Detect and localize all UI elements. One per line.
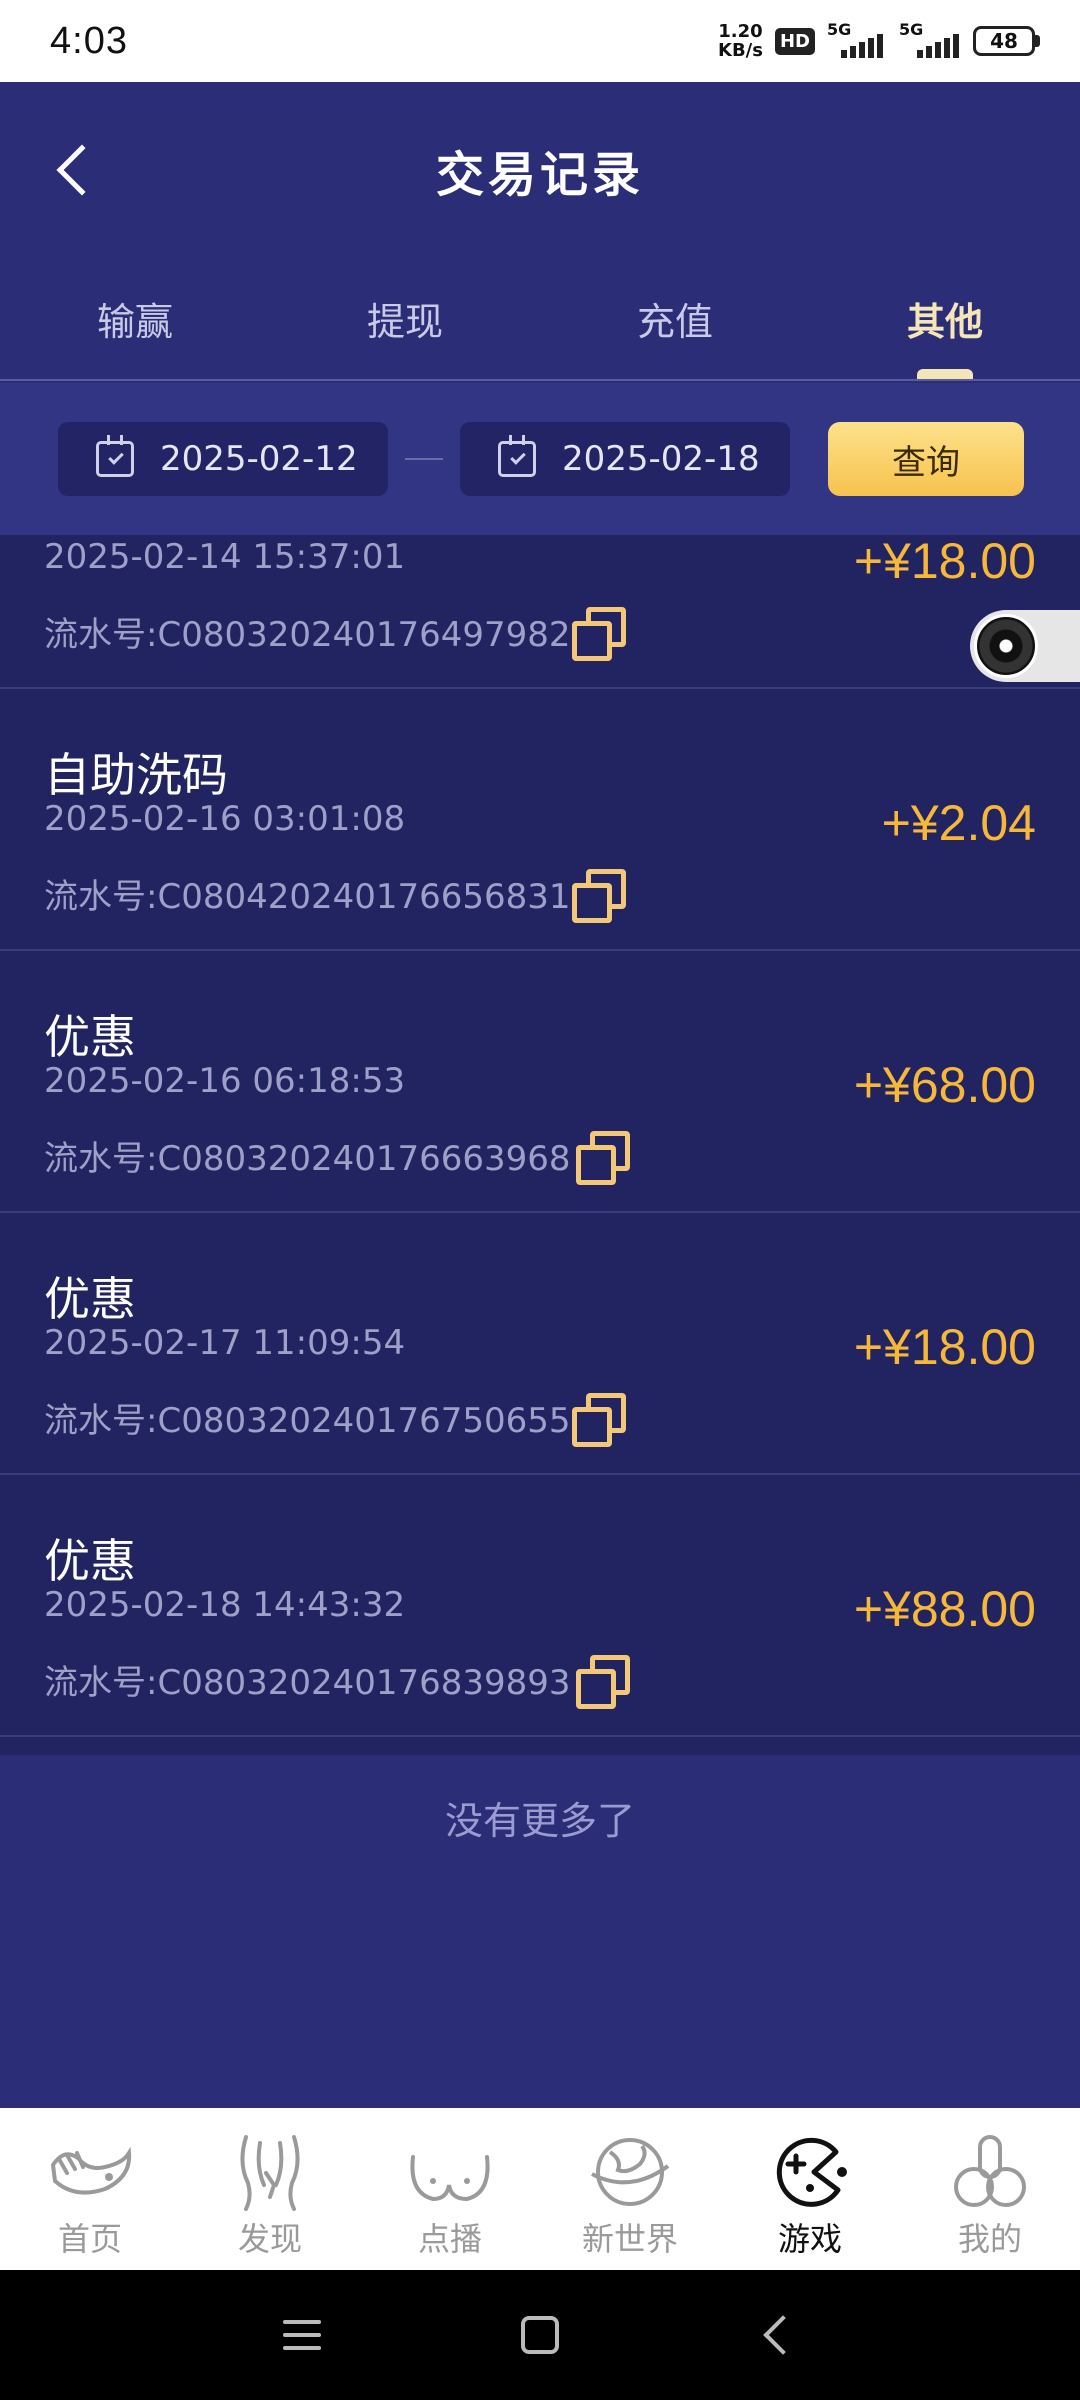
date-filter: 2025-02-12 2025-02-18 查询 — [0, 383, 1080, 535]
game-pacman-icon — [765, 2132, 855, 2212]
end-date-value: 2025-02-18 — [562, 439, 760, 479]
nav-label: 新世界 — [581, 2220, 678, 2258]
calendar-icon — [498, 435, 536, 477]
nav-new-world[interactable]: 新世界 — [540, 2108, 720, 2270]
status-icons: 1.20 KB/s HD 5G 5G 48 — [718, 20, 1040, 60]
system-nav-bar — [0, 2270, 1080, 2400]
record-serial: 流水号:C080320240176839893 — [44, 1663, 571, 1703]
record-serial: 流水号:C080320240176663968 — [44, 1139, 571, 1179]
record-time: 2025-02-16 03:01:08 — [44, 799, 406, 839]
new-world-globe-icon — [585, 2132, 675, 2212]
record-amount: +¥68.00 — [853, 1057, 1036, 1113]
nav-label: 我的 — [957, 2220, 1022, 2258]
music-disc-icon — [974, 614, 1038, 678]
record-serial: 流水号:C080420240176656831 — [44, 877, 571, 917]
discover-figure-icon — [225, 2132, 315, 2212]
page-title: 交易记录 — [435, 146, 644, 203]
record-amount: +¥2.04 — [881, 795, 1036, 851]
record-title: 优惠 — [44, 1534, 136, 1588]
nav-home[interactable]: 首页 — [0, 2108, 180, 2270]
list-item: 优惠 2025-02-18 14:43:32 流水号:C080320240176… — [0, 1475, 1080, 1737]
record-amount: +¥18.00 — [853, 535, 1036, 589]
copy-icon[interactable] — [572, 607, 628, 665]
chevron-left-icon — [56, 144, 108, 195]
battery-level: 48 — [990, 29, 1018, 53]
signal-2-icon: 5G — [899, 20, 961, 58]
record-amount: +¥88.00 — [853, 1581, 1036, 1637]
home-icon[interactable] — [521, 2316, 559, 2354]
profile-icon — [945, 2132, 1035, 2212]
nav-label: 首页 — [57, 2220, 122, 2258]
copy-icon[interactable] — [576, 1655, 632, 1713]
status-time: 4:03 — [50, 19, 128, 62]
record-time: 2025-02-16 06:18:53 — [44, 1061, 406, 1101]
network-speed-unit: KB/s — [718, 40, 763, 61]
record-title: 优惠 — [44, 1010, 136, 1064]
start-date-picker[interactable]: 2025-02-12 — [58, 422, 388, 496]
home-hand-icon — [45, 2132, 135, 2212]
record-title: 自助洗码 — [44, 748, 228, 802]
record-time: 2025-02-18 14:43:32 — [44, 1585, 406, 1625]
list-item: 优惠 2025-02-17 11:09:54 流水号:C080320240176… — [0, 1213, 1080, 1475]
tab-bar: 输赢 提现 充值 其他 — [0, 257, 1080, 381]
vod-icon — [405, 2132, 495, 2212]
nav-label: 发现 — [237, 2220, 302, 2258]
record-serial: 流水号:C080320240176750655 — [44, 1401, 571, 1441]
recent-apps-icon[interactable] — [283, 2320, 321, 2350]
app-root: 4:03 1.20 KB/s HD 5G 5G 48 交易记录 输赢 提现 充值… — [0, 0, 1080, 2400]
tab-label: 输赢 — [96, 299, 173, 344]
copy-icon[interactable] — [576, 1131, 632, 1189]
start-date-value: 2025-02-12 — [160, 439, 358, 479]
nav-vod[interactable]: 点播 — [360, 2108, 540, 2270]
nav-label: 点播 — [417, 2220, 482, 2258]
query-button[interactable]: 查询 — [828, 422, 1024, 496]
nav-profile[interactable]: 我的 — [900, 2108, 1080, 2270]
record-title: 优惠 — [44, 1272, 136, 1326]
transaction-list[interactable]: 2025-02-14 15:37:01 流水号:C080320240176497… — [0, 535, 1080, 1755]
status-bar: 4:03 1.20 KB/s HD 5G 5G 48 — [0, 0, 1080, 82]
battery-icon: 48 — [973, 26, 1040, 56]
record-amount: +¥18.00 — [853, 1319, 1036, 1375]
bottom-nav: 首页 发现 点播 新世界 游戏 我的 — [0, 2108, 1080, 2270]
nav-label: 游戏 — [777, 2220, 842, 2258]
list-item: 2025-02-14 15:37:01 流水号:C080320240176497… — [0, 535, 1080, 689]
list-item: 优惠 2025-02-16 06:18:53 流水号:C080320240176… — [0, 951, 1080, 1213]
tab-win-loss[interactable]: 输赢 — [0, 257, 270, 379]
tab-label: 其他 — [906, 299, 983, 344]
list-item: 自助洗码 2025-02-16 03:01:08 流水号:C0804202401… — [0, 689, 1080, 951]
record-time: 2025-02-14 15:37:01 — [44, 537, 406, 577]
copy-icon[interactable] — [572, 869, 628, 927]
record-time: 2025-02-17 11:09:54 — [44, 1323, 406, 1363]
tab-withdraw[interactable]: 提现 — [270, 257, 540, 379]
floating-music-toggle[interactable] — [970, 610, 1080, 682]
back-icon[interactable] — [763, 2315, 803, 2355]
list-end-message: 没有更多了 — [444, 1799, 635, 1843]
tab-label: 充值 — [636, 299, 713, 344]
signal-1-label: 5G — [827, 20, 852, 39]
header: 交易记录 — [0, 82, 1080, 257]
network-speed: 1.20 KB/s — [718, 22, 763, 60]
tab-deposit[interactable]: 充值 — [540, 257, 810, 379]
signal-2-label: 5G — [899, 20, 924, 39]
active-tab-indicator — [917, 369, 973, 379]
nav-discover[interactable]: 发现 — [180, 2108, 360, 2270]
network-speed-value: 1.20 — [718, 21, 763, 42]
hd-badge: HD — [774, 27, 815, 55]
date-range-separator — [405, 458, 443, 460]
copy-icon[interactable] — [572, 1393, 628, 1451]
calendar-icon — [96, 435, 134, 477]
nav-game[interactable]: 游戏 — [720, 2108, 900, 2270]
signal-1-icon: 5G — [827, 20, 887, 58]
tab-label: 提现 — [366, 299, 443, 344]
back-button[interactable] — [40, 135, 110, 205]
record-serial: 流水号:C080320240176497982 — [44, 615, 571, 655]
tab-other[interactable]: 其他 — [810, 257, 1080, 379]
end-date-picker[interactable]: 2025-02-18 — [460, 422, 790, 496]
